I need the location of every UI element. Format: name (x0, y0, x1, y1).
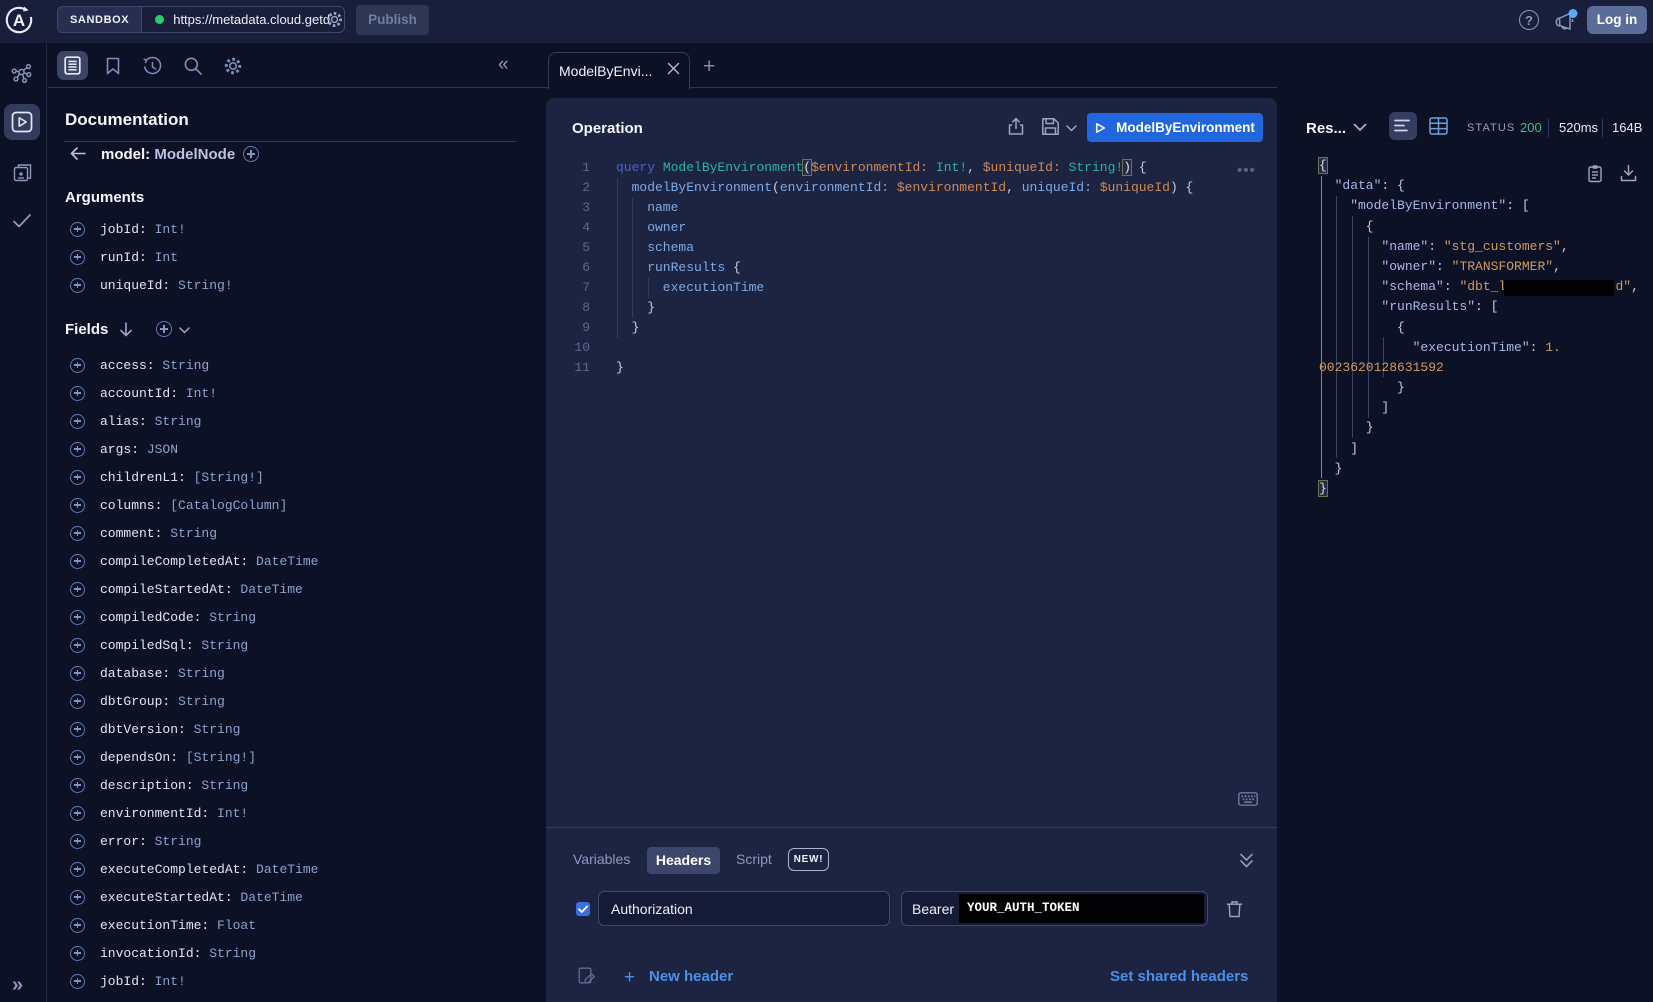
svg-text:A: A (13, 11, 25, 30)
